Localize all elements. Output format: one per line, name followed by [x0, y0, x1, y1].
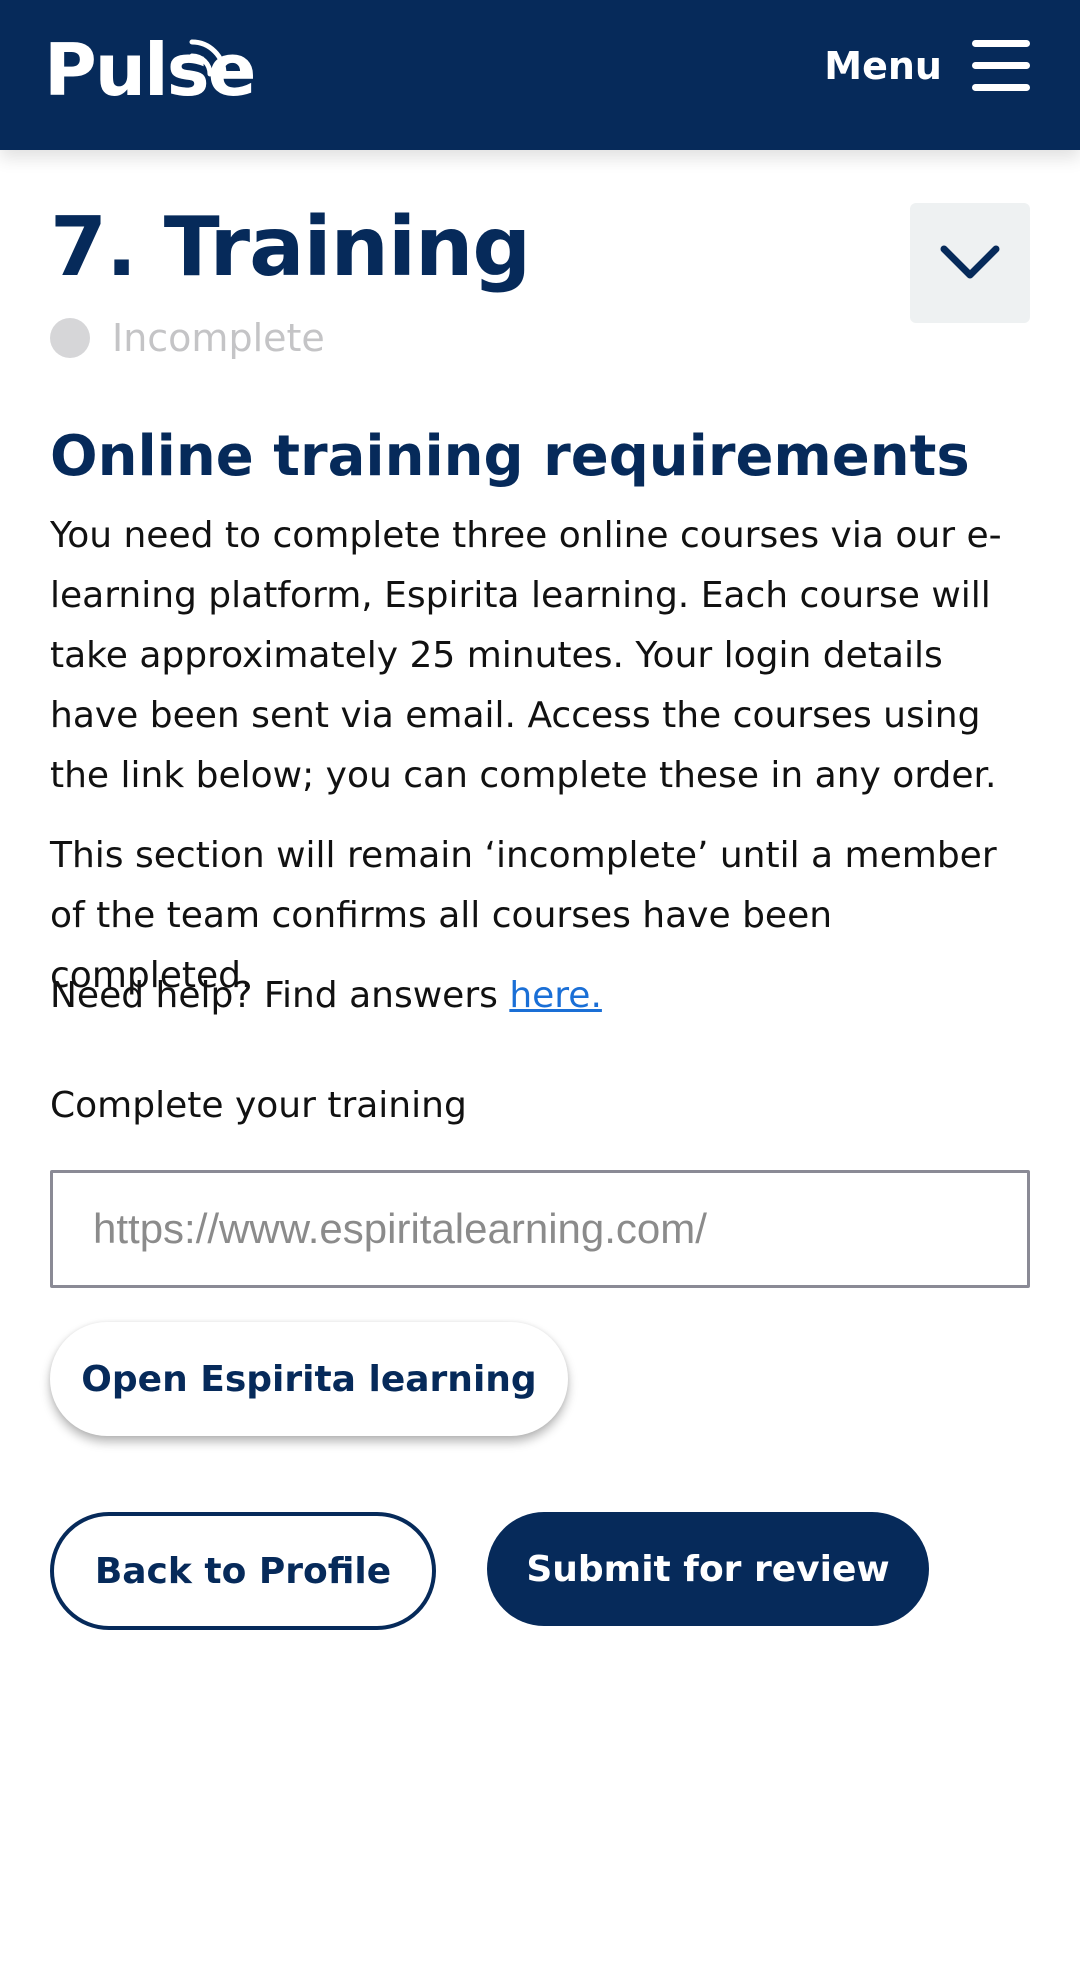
chevron-down-icon [940, 245, 1000, 279]
signal-waves-icon [189, 39, 227, 77]
status-dot-icon [50, 318, 90, 358]
menu-button[interactable]: Menu [824, 40, 1030, 91]
hamburger-icon [972, 40, 1030, 91]
help-prefix: Need help? Find answers [50, 975, 510, 1016]
help-link[interactable]: here. [509, 975, 602, 1016]
top-navigation-bar: Pulse Menu [0, 0, 1080, 150]
section-title: 7. Training [50, 200, 531, 295]
help-text: Need help? Find answers here. [50, 966, 1035, 1026]
training-field-label: Complete your training [50, 1085, 467, 1126]
requirements-paragraph: You need to complete three online course… [50, 515, 1002, 796]
status-text: Incomplete [112, 316, 325, 360]
status-indicator: Incomplete [50, 316, 325, 360]
collapse-toggle-button[interactable] [910, 203, 1030, 323]
submit-for-review-button[interactable]: Submit for review [487, 1512, 929, 1626]
menu-label: Menu [824, 43, 942, 88]
training-url-input[interactable] [50, 1170, 1030, 1288]
online-training-heading: Online training requirements [50, 424, 970, 489]
back-to-profile-button[interactable]: Back to Profile [50, 1512, 436, 1630]
open-espirita-button[interactable]: Open Espirita learning [50, 1322, 568, 1436]
